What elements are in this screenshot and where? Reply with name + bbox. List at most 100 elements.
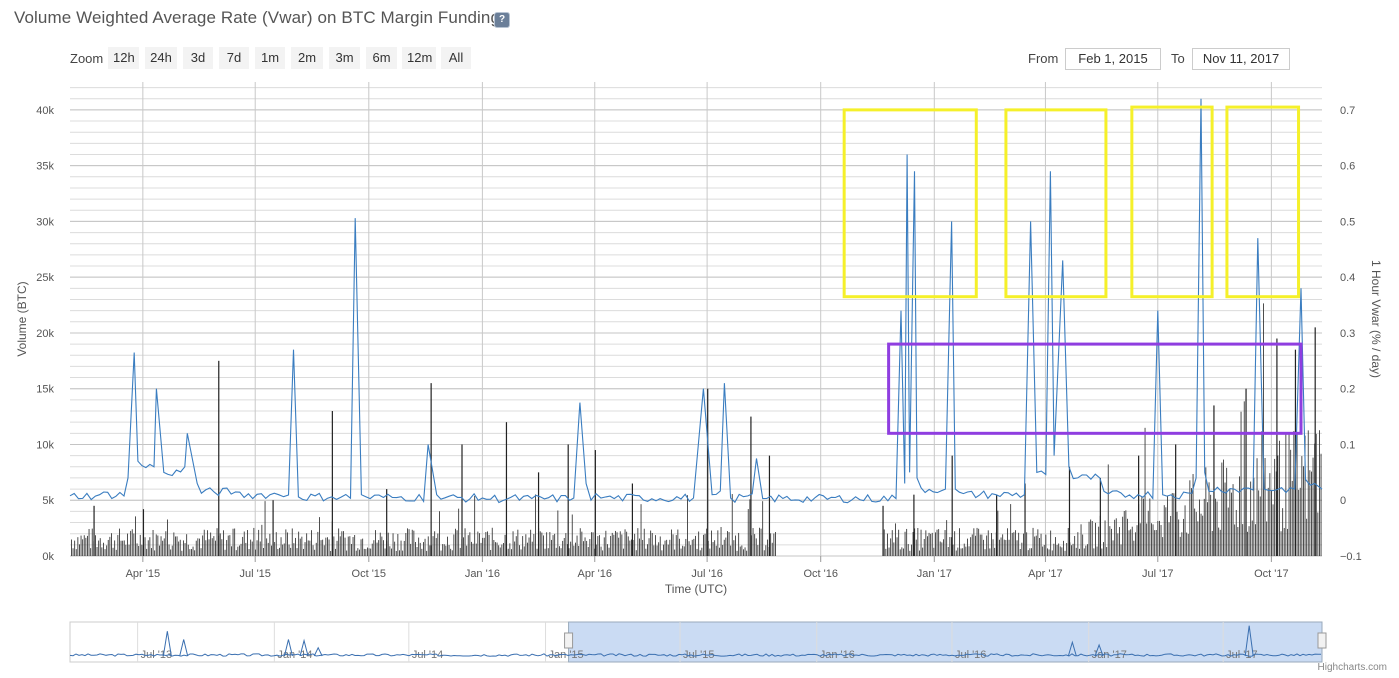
volume-column xyxy=(144,537,146,556)
volume-column xyxy=(232,528,234,556)
volume-column xyxy=(1285,433,1287,556)
volume-column xyxy=(611,532,613,556)
volume-column xyxy=(1202,515,1204,556)
volume-column xyxy=(978,528,980,556)
volume-column xyxy=(704,533,706,556)
volume-column xyxy=(563,538,565,556)
volume-column xyxy=(599,535,600,556)
volume-column xyxy=(760,528,762,556)
volume-peak-column xyxy=(567,444,569,556)
volume-column xyxy=(472,543,474,556)
volume-column xyxy=(211,538,213,556)
volume-column xyxy=(1000,537,1002,556)
volume-column xyxy=(1183,518,1184,556)
volume-column xyxy=(555,547,557,556)
volume-column xyxy=(557,510,559,556)
volume-column xyxy=(1235,509,1237,556)
volume-column xyxy=(1155,530,1157,556)
volume-column xyxy=(722,544,724,556)
volume-column xyxy=(741,545,743,556)
volume-column xyxy=(989,548,991,556)
volume-column xyxy=(223,530,224,556)
volume-column xyxy=(1096,546,1098,556)
volume-peak-column xyxy=(996,494,998,556)
volume-column xyxy=(445,545,447,556)
volume-peak-column xyxy=(750,416,752,556)
volume-column xyxy=(202,535,204,556)
volume-column xyxy=(138,545,140,556)
volume-column xyxy=(888,547,890,556)
volume-column xyxy=(1066,543,1068,556)
range-from-input[interactable]: Feb 1, 2015 xyxy=(1065,48,1161,70)
volume-column xyxy=(200,548,202,556)
y-right-tick-label: 0.1 xyxy=(1340,439,1355,451)
volume-column xyxy=(464,528,466,556)
volume-column xyxy=(363,548,365,556)
volume-column xyxy=(997,510,999,556)
volume-column xyxy=(747,509,749,556)
y-right-axis-title: 1 Hour Vwar (% / day) xyxy=(1369,260,1383,378)
volume-column xyxy=(587,547,589,556)
volume-column xyxy=(947,547,949,556)
volume-column xyxy=(469,532,471,556)
volume-column xyxy=(80,535,82,556)
volume-column xyxy=(373,540,375,556)
zoom-button-7d[interactable]: 7d xyxy=(219,47,249,69)
range-to-input[interactable]: Nov 11, 2017 xyxy=(1192,48,1290,70)
annotation-yellow-box xyxy=(1130,105,1214,299)
volume-column xyxy=(1111,528,1112,556)
volume-column xyxy=(624,529,626,556)
volume-column xyxy=(1319,430,1320,556)
zoom-button-2m[interactable]: 2m xyxy=(291,47,323,69)
annotation-purple-box xyxy=(887,342,1303,435)
volume-column xyxy=(282,544,284,556)
volume-peak-column xyxy=(1245,388,1247,556)
volume-column xyxy=(754,534,756,556)
x-tick-label: Jul '15 xyxy=(239,568,270,580)
volume-column xyxy=(480,542,482,556)
zoom-button-6m[interactable]: 6m xyxy=(366,47,397,69)
zoom-button-3d[interactable]: 3d xyxy=(183,47,213,69)
volume-column xyxy=(1031,548,1032,556)
volume-column xyxy=(466,545,468,556)
zoom-button-1m[interactable]: 1m xyxy=(255,47,285,69)
volume-column xyxy=(903,548,904,556)
navigator-spike xyxy=(179,639,189,657)
zoom-button-24h[interactable]: 24h xyxy=(145,47,177,69)
volume-column xyxy=(306,533,308,556)
volume-column xyxy=(1215,498,1216,556)
volume-column xyxy=(1152,524,1154,556)
volume-column xyxy=(659,536,661,556)
volume-column xyxy=(568,548,570,556)
volume-column xyxy=(1195,511,1197,556)
volume-column xyxy=(559,546,560,556)
volume-column xyxy=(440,550,442,556)
volume-column xyxy=(226,540,228,556)
volume-column xyxy=(221,539,223,556)
volume-column xyxy=(336,540,338,556)
volume-column xyxy=(314,549,316,556)
volume-column xyxy=(1080,524,1082,556)
volume-column xyxy=(107,539,109,556)
highcharts-credits[interactable]: Highcharts.com xyxy=(1318,662,1387,673)
volume-column xyxy=(1176,511,1178,556)
x-tick-label: Apr '15 xyxy=(126,568,161,580)
zoom-button-12h[interactable]: 12h xyxy=(108,47,139,69)
volume-column xyxy=(1237,527,1239,556)
help-icon[interactable]: ? xyxy=(494,12,510,28)
vwar-chart: Apr '15 Jul '15 Oct '15 Jan '16 Apr '16 Jul '… xyxy=(15,82,1383,663)
navigator-tick-label: Jul '14 xyxy=(412,649,443,661)
volume-column xyxy=(1099,515,1101,556)
volume-column xyxy=(915,539,917,556)
volume-column xyxy=(311,530,312,556)
volume-column xyxy=(621,534,623,556)
zoom-button-All[interactable]: All xyxy=(441,47,471,69)
volume-column xyxy=(1064,550,1066,556)
zoom-button-3m[interactable]: 3m xyxy=(329,47,360,69)
volume-column xyxy=(725,537,727,556)
volume-column xyxy=(437,533,439,556)
zoom-button-12m[interactable]: 12m xyxy=(402,47,436,69)
volume-column xyxy=(959,528,960,556)
volume-column xyxy=(626,531,628,556)
volume-column xyxy=(482,537,484,556)
